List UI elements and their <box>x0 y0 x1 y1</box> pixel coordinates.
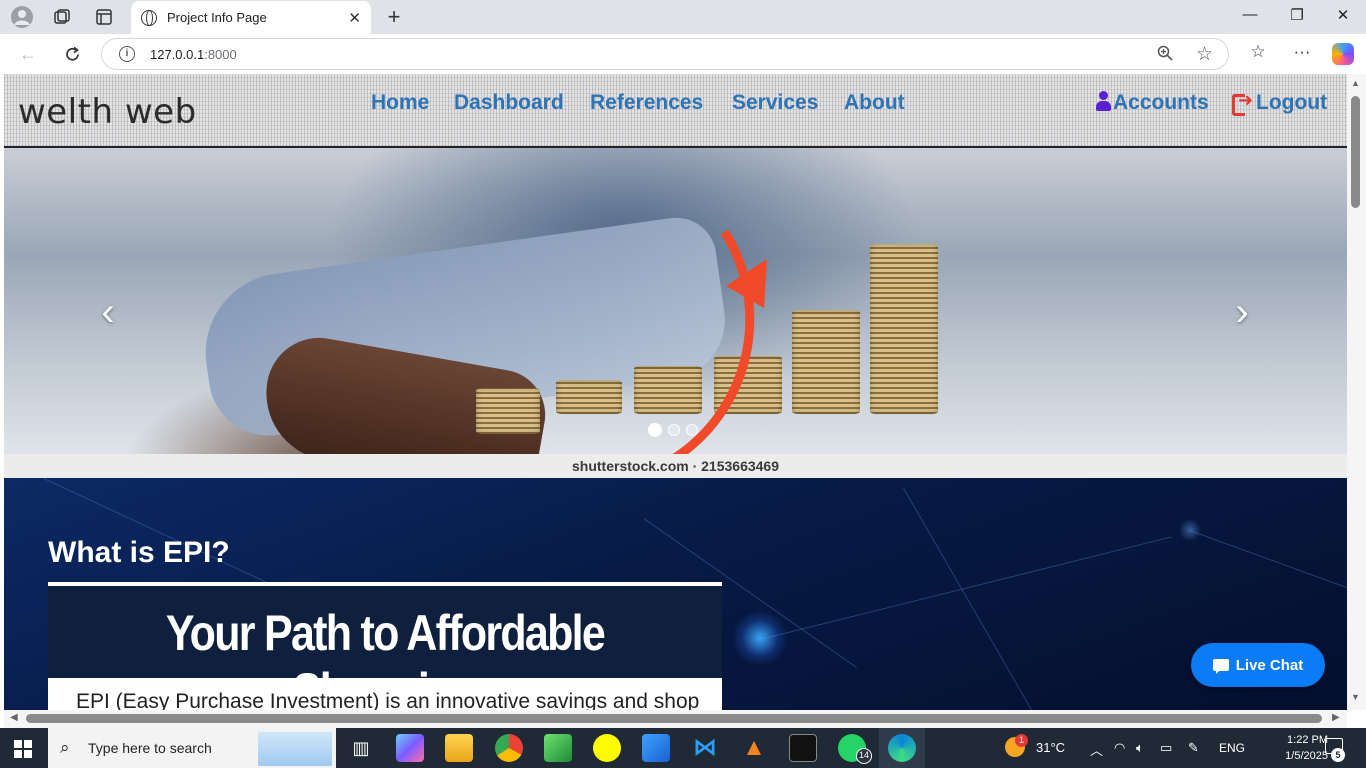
file-explorer-icon[interactable] <box>445 734 473 762</box>
vlc-icon[interactable]: ▲ <box>740 734 768 762</box>
system-clock[interactable]: 1:22 PM 1/5/2025 <box>1284 732 1328 764</box>
live-chat-label: Live Chat <box>1235 656 1304 674</box>
address-bar-row: ← i 127.0.0.1:8000 ☆ ☆ ··· <box>0 34 1366 74</box>
carousel-prev-icon[interactable]: ‹ <box>90 290 126 335</box>
carousel-dot[interactable] <box>648 423 662 437</box>
nav-dashboard[interactable]: Dashboard <box>454 91 564 115</box>
workspaces-icon[interactable] <box>50 5 74 29</box>
live-chat-button[interactable]: Live Chat <box>1191 643 1325 687</box>
scroll-right-icon[interactable]: ▶ <box>1332 712 1340 723</box>
nav-home[interactable]: Home <box>371 91 429 115</box>
zoom-icon[interactable] <box>1157 45 1173 66</box>
battery-icon[interactable]: ▭ <box>1160 740 1172 756</box>
accounts-label: Accounts <box>1113 91 1209 114</box>
tab-title: Project Info Page <box>167 10 267 25</box>
restore-icon[interactable]: ❐ <box>1282 6 1312 24</box>
horizontal-scroll-thumb[interactable] <box>26 714 1322 723</box>
vertical-tabs-icon[interactable] <box>92 5 116 29</box>
stocks-app-icon[interactable] <box>544 734 572 762</box>
back-arrow-icon[interactable]: ← <box>16 42 40 66</box>
carousel-indicators <box>648 423 698 437</box>
terminal-icon[interactable] <box>789 734 817 762</box>
chat-bubble-icon <box>1212 659 1229 674</box>
horizontal-scrollbar[interactable]: ◀ ▶ <box>4 710 1347 728</box>
epi-description: EPI (Easy Purchase Investment) is an inn… <box>76 690 700 710</box>
nav-about[interactable]: About <box>844 91 905 115</box>
clock-time: 1:22 PM <box>1287 734 1328 746</box>
hero-carousel: shutterstock.com · 2153663469 ‹ › <box>4 148 1347 478</box>
clock-date: 1/5/2025 <box>1285 750 1328 762</box>
copilot-taskbar-icon[interactable] <box>396 734 424 762</box>
minimize-icon[interactable]: — <box>1235 6 1265 23</box>
epi-heading: What is EPI? <box>48 536 230 569</box>
weather-badge: 1 <box>1015 734 1028 747</box>
favorite-star-icon[interactable]: ☆ <box>1196 43 1213 66</box>
windows-start-icon[interactable] <box>14 740 32 758</box>
browser-tab-strip: Project Info Page ✕ + — ❐ ✕ <box>0 0 1366 34</box>
site-logo[interactable]: welth web <box>18 92 197 132</box>
chrome-icon[interactable] <box>495 734 523 762</box>
nav-services[interactable]: Services <box>732 91 818 115</box>
more-menu-icon[interactable]: ··· <box>1290 42 1314 62</box>
carousel-dot[interactable] <box>686 424 698 436</box>
scroll-up-icon[interactable]: ▲ <box>1351 78 1360 88</box>
language-indicator[interactable]: ENG <box>1219 741 1245 755</box>
logout-label: Logout <box>1256 91 1328 114</box>
sign-out-icon <box>1232 90 1254 116</box>
epi-banner: Your Path to Affordable Shopping <box>48 586 722 710</box>
vertical-scrollbar[interactable]: ▲ ▼ <box>1347 74 1366 710</box>
search-icon: ⌕ <box>60 738 70 757</box>
whatsapp-badge: 14 <box>856 748 872 764</box>
vscode-icon[interactable]: ⋈ <box>691 734 719 762</box>
windows-taskbar: ⌕ Type here to search ▥ ⋈ ▲ 14 1 31°C ︿ … <box>0 728 1366 768</box>
nav-logout[interactable]: Logout <box>1232 90 1328 116</box>
close-tab-icon[interactable]: ✕ <box>348 9 361 27</box>
new-tab-button[interactable]: + <box>382 4 406 30</box>
nav-accounts[interactable]: Accounts <box>1095 91 1209 115</box>
image-watermark: shutterstock.com · 2153663469 <box>572 458 779 474</box>
user-icon <box>1095 91 1111 111</box>
pen-icon[interactable]: ✎ <box>1188 740 1199 756</box>
taskbar-search[interactable]: ⌕ Type here to search <box>48 728 336 768</box>
site-header: welth web Home Dashboard References Serv… <box>4 74 1347 148</box>
volume-icon[interactable]: 🔈︎ <box>1136 740 1144 756</box>
task-view-icon[interactable]: ▥ <box>347 734 375 762</box>
browser-tab-active[interactable]: Project Info Page ✕ <box>131 1 371 34</box>
nav-references[interactable]: References <box>590 91 703 115</box>
globe-icon <box>141 9 157 26</box>
carousel-next-icon[interactable]: › <box>1224 290 1260 335</box>
scroll-down-icon[interactable]: ▼ <box>1351 692 1360 702</box>
url-bar[interactable]: i 127.0.0.1:8000 ☆ <box>101 38 1229 70</box>
taskbar-search-placeholder: Type here to search <box>88 740 212 756</box>
notification-count: 5 <box>1331 748 1345 762</box>
site-info-icon[interactable]: i <box>119 46 135 62</box>
url-text: 127.0.0.1:8000 <box>150 47 237 62</box>
favorites-icon[interactable]: ☆ <box>1246 42 1270 62</box>
weather-temp[interactable]: 31°C <box>1036 740 1065 755</box>
epi-section: What is EPI? Your Path to Affordable Sho… <box>4 478 1347 710</box>
edge-taskbar-button[interactable] <box>879 728 925 768</box>
tray-expand-icon[interactable]: ︿ <box>1090 740 1103 759</box>
profile-icon[interactable] <box>10 5 34 29</box>
page-viewport: welth web Home Dashboard References Serv… <box>4 74 1347 710</box>
carousel-slide-image <box>4 148 1347 478</box>
wifi-icon[interactable]: ◠ <box>1114 740 1125 756</box>
edge-icon <box>888 734 916 762</box>
carousel-dot[interactable] <box>668 424 680 436</box>
snapchat-icon[interactable] <box>593 734 621 762</box>
scroll-left-icon[interactable]: ◀ <box>10 712 18 723</box>
search-highlight-image <box>258 732 332 766</box>
copilot-icon[interactable] <box>1332 43 1354 65</box>
window-close-icon[interactable]: ✕ <box>1328 6 1358 24</box>
epi-card: Your Path to Affordable Shopping EPI (Ea… <box>48 582 722 710</box>
refresh-icon[interactable] <box>60 42 84 66</box>
vertical-scroll-thumb[interactable] <box>1351 96 1360 208</box>
microsoft-store-icon[interactable] <box>642 734 670 762</box>
